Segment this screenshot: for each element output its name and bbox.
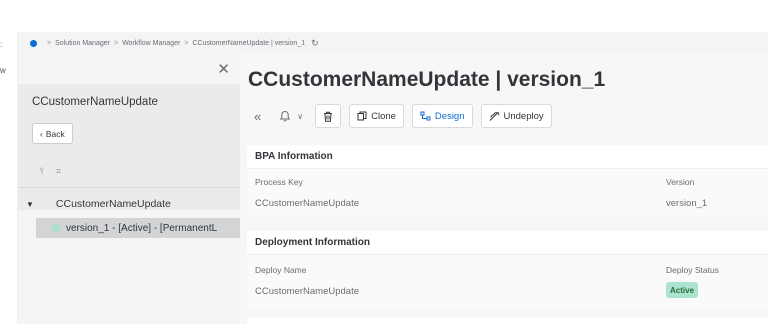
bpa-information-heading: BPA Information: [247, 145, 768, 169]
hierarchy-icon[interactable]: ⌗: [56, 166, 61, 177]
undeploy-button[interactable]: Undeploy: [480, 104, 552, 128]
workflow-icon: [420, 111, 431, 121]
tree-child-item-selected[interactable]: version_1 - [Active] - [PermanentL: [36, 218, 240, 238]
clone-button-label: Clone: [371, 110, 396, 122]
process-key-label: Process Key: [255, 177, 303, 187]
deployment-information-heading: Deployment Information: [247, 231, 768, 255]
process-key-value: CCustomerNameUpdate: [255, 198, 360, 209]
collapse-icon[interactable]: «: [248, 104, 267, 128]
notification-menu[interactable]: ∨: [275, 104, 307, 128]
back-button-label: Back: [45, 128, 65, 139]
next-card-edge: [247, 318, 768, 324]
tree-root-item[interactable]: ▼ CCustomerNameUpdate: [26, 198, 171, 210]
home-dot-icon[interactable]: [30, 39, 37, 47]
undeploy-button-label: Undeploy: [503, 110, 544, 122]
deploy-status-label: Deploy Status: [666, 265, 719, 275]
side-panel: ✕ CCustomerNameUpdate ‹ Back ⫯ ⌗ ▼ CCust…: [18, 54, 240, 324]
bpa-information-body: Process Key CCustomerNameUpdate Version …: [247, 169, 768, 217]
breadcrumb-item-solution-manager[interactable]: Solution Manager: [55, 40, 110, 47]
deploy-name-value: CCustomerNameUpdate: [255, 286, 360, 297]
status-badge: Active: [666, 282, 699, 298]
breadcrumb-item-workflow-manager[interactable]: Workflow Manager: [122, 40, 180, 47]
pin-icon[interactable]: ⫯: [40, 166, 44, 177]
status-dot-icon: [52, 224, 60, 232]
deploy-name-label: Deploy Name: [255, 265, 307, 275]
left-navigation-rail: : w: [0, 32, 18, 324]
top-blank-area: [0, 0, 768, 32]
breadcrumb-separator: >: [47, 39, 52, 47]
breadcrumb-separator: >: [184, 39, 189, 47]
deployment-information-body: Deploy Name CCustomerNameUpdate Deploy S…: [247, 255, 768, 307]
design-button-label: Design: [434, 110, 465, 122]
version-label: Version: [666, 177, 695, 187]
tree-root-label: CCustomerNameUpdate: [55, 198, 171, 210]
undeploy-icon: [489, 111, 499, 121]
design-button[interactable]: Design: [411, 104, 473, 128]
caret-down-icon[interactable]: ▼: [26, 200, 34, 209]
bpa-information-card: BPA Information Process Key CCustomerNam…: [247, 145, 768, 217]
chevron-left-icon: ‹: [40, 128, 43, 139]
tree-child-label: version_1 - [Active] - [PermanentL: [66, 222, 218, 234]
side-panel-tools: ⫯ ⌗: [40, 166, 61, 177]
version-value: version_1: [666, 198, 708, 209]
back-button[interactable]: ‹ Back: [32, 123, 73, 144]
clone-button[interactable]: Clone: [349, 104, 404, 128]
left-rail-glyph: w: [0, 66, 6, 75]
breadcrumb: > Solution Manager > Workflow Manager > …: [18, 32, 768, 54]
toolbar: « ∨ Clone Design Undeploy: [248, 104, 552, 128]
trash-icon: [324, 111, 333, 122]
delete-button[interactable]: [315, 104, 342, 128]
deployment-information-card: Deployment Information Deploy Name CCust…: [247, 231, 768, 307]
side-panel-title: CCustomerNameUpdate: [32, 96, 158, 108]
copy-icon: [357, 111, 367, 121]
close-icon[interactable]: ✕: [217, 62, 230, 77]
left-rail-glyph: :: [0, 40, 3, 49]
page-title: CCustomerNameUpdate | version_1: [248, 68, 606, 91]
main-content: CCustomerNameUpdate | version_1 « ∨ Clon…: [240, 54, 768, 324]
chevron-down-icon: ∨: [297, 111, 304, 121]
breadcrumb-item-current: CCustomerNameUpdate | version_1: [192, 39, 306, 47]
breadcrumb-separator: >: [113, 39, 119, 47]
refresh-icon[interactable]: ↻: [311, 38, 319, 49]
divider: [18, 187, 240, 188]
bell-icon: [280, 110, 291, 122]
